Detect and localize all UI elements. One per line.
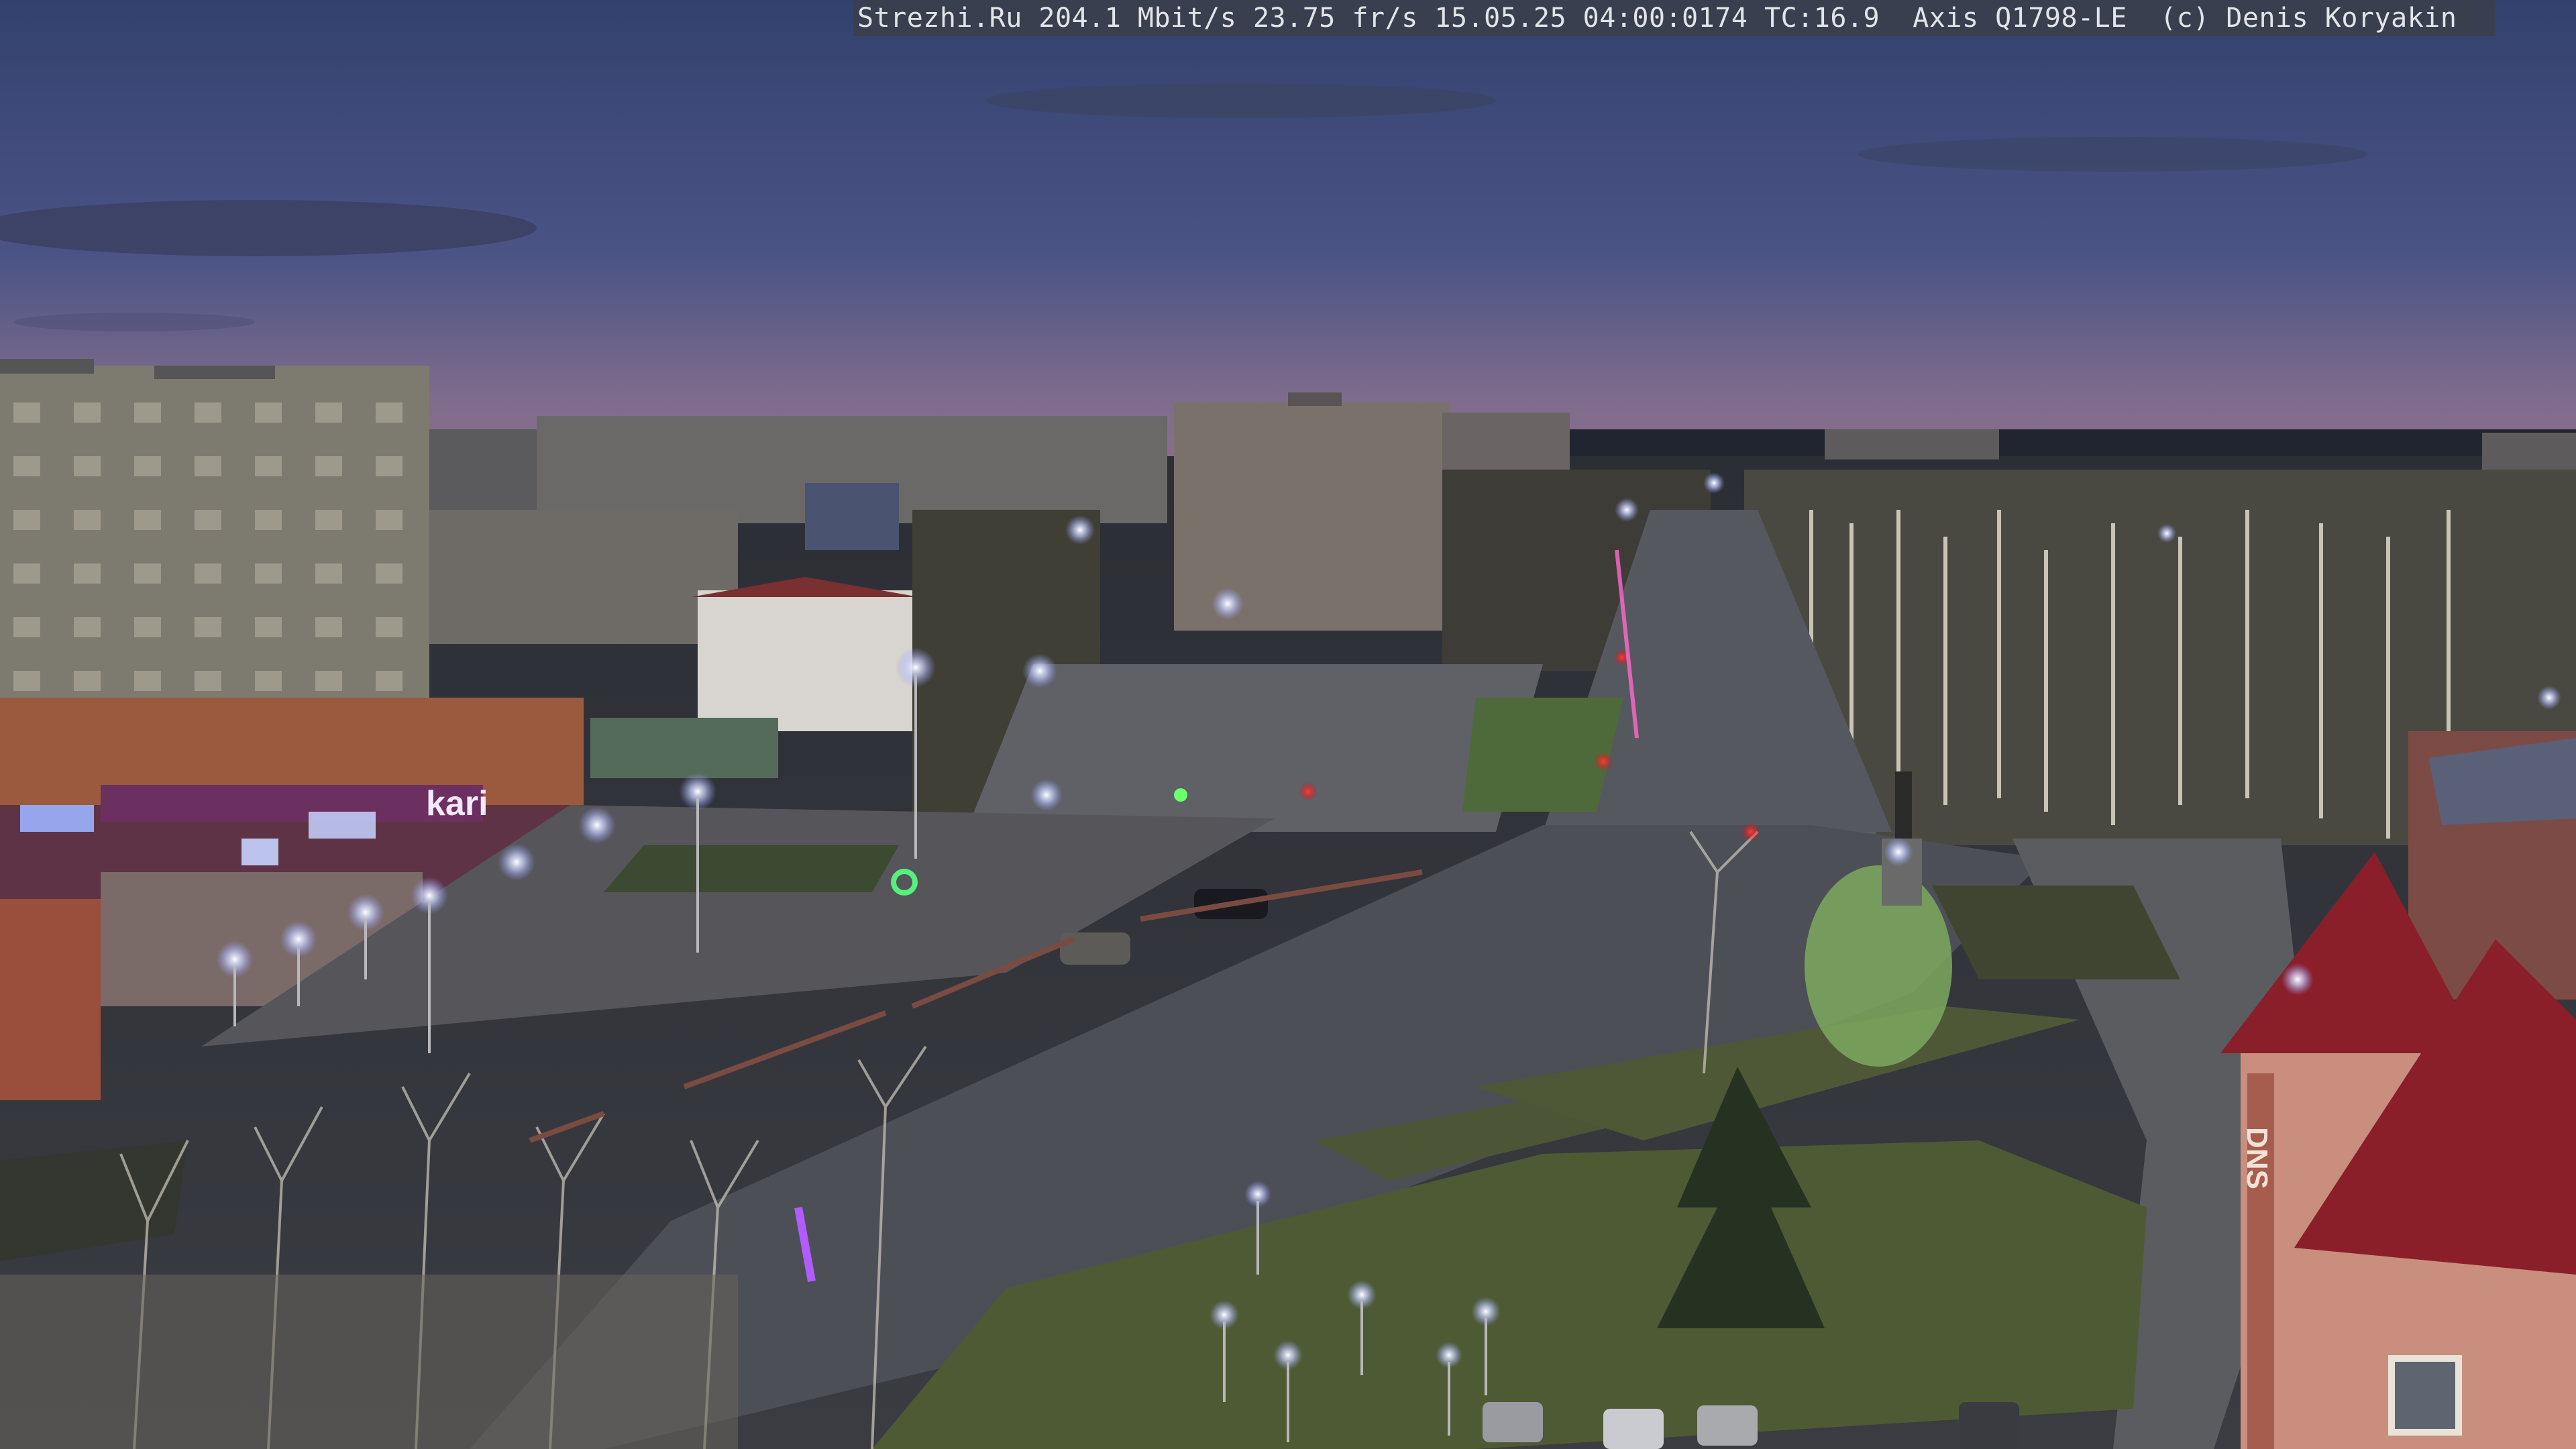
cloud (13, 313, 255, 331)
foreground-tree-mass (0, 1275, 738, 1449)
car (1603, 1409, 1664, 1449)
lit-birch-tree (1805, 865, 1952, 1067)
webcam-info-overlay: Strezhi.Ru 204.1 Mbit/s 23.75 fr/s 15.05… (853, 0, 2496, 36)
storefront-sign (309, 812, 376, 839)
mall-logo: DNS (2241, 1127, 2273, 1189)
monument-figure (1895, 771, 1912, 839)
cloud (986, 83, 1496, 118)
car (1060, 932, 1130, 965)
storefront-sign (20, 805, 94, 832)
cloud (1858, 137, 2368, 172)
car (1959, 1402, 2019, 1449)
webcam-scene: kari DNS (0, 0, 2576, 1449)
webcam-info-text: Strezhi.Ru 204.1 Mbit/s 23.75 fr/s 15.05… (857, 3, 2457, 34)
lawn (604, 845, 899, 892)
car (1697, 1405, 1758, 1446)
car (1483, 1402, 1543, 1442)
storefront-sign (241, 839, 278, 865)
storefront-logo: kari (426, 784, 488, 823)
